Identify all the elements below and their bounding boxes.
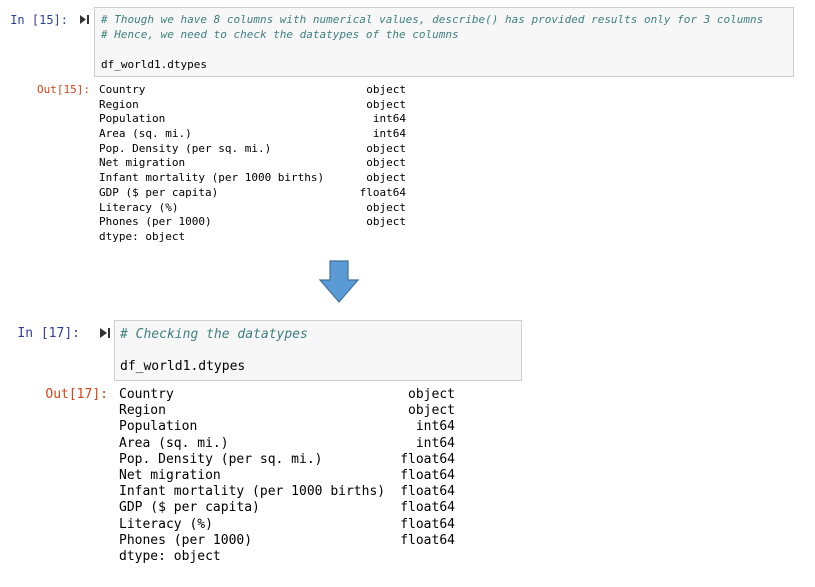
column-dtype: object	[366, 97, 406, 111]
column-dtype: object	[366, 215, 406, 229]
column-name: Net migration	[119, 467, 221, 483]
dtype-row: Infant mortality (per 1000 births) object	[99, 171, 406, 186]
code-comment-line: # Checking the datatypes	[120, 327, 308, 342]
column-name: Infant mortality (per 1000 births)	[99, 171, 325, 185]
dtype-row: Population int64	[119, 419, 455, 435]
column-dtype: float64	[400, 484, 455, 500]
column-name: GDP ($ per capita)	[119, 500, 260, 516]
column-dtype: float64	[400, 451, 455, 467]
dtype-footer: dtype: object	[119, 548, 221, 564]
column-dtype: object	[366, 200, 406, 214]
column-name: Phones (per 1000)	[99, 215, 212, 229]
output-prompt: Out[17]:	[45, 387, 108, 402]
dtype-row: Region object	[99, 98, 406, 113]
column-dtype: int64	[372, 127, 406, 141]
dtype-row: Literacy (%) object	[99, 201, 406, 216]
column-dtype: object	[408, 403, 455, 419]
dtype-row: Phones (per 1000) float64	[119, 533, 455, 549]
column-name: Net migration	[99, 156, 186, 170]
column-dtype: object	[408, 387, 455, 402]
dtype-row: Literacy (%) float64	[119, 517, 455, 533]
dtypes-output: Country object Region object Population int64…	[99, 83, 406, 245]
column-dtype: float64	[400, 532, 455, 548]
column-dtype: object	[366, 141, 406, 155]
column-name: Population	[119, 419, 198, 435]
column-dtype: float64	[359, 185, 406, 199]
code-input-area[interactable]: # Though we have 8 columns with numerica…	[94, 7, 794, 77]
code-comment-line: # Hence, we need to check the datatypes …	[101, 28, 459, 41]
column-dtype: int64	[372, 112, 406, 126]
column-dtype: int64	[415, 419, 455, 435]
dtype-row: Infant mortality (per 1000 births) float6…	[119, 484, 455, 500]
run-cell-icon[interactable]	[99, 327, 111, 339]
down-arrow-icon	[318, 260, 360, 308]
column-dtype: int64	[415, 435, 455, 451]
dtype-row: Area (sq. mi.) int64	[119, 436, 455, 452]
column-name: Country	[119, 387, 174, 402]
column-name: Region	[119, 403, 166, 419]
dtype-row: Pop. Density (per sq. mi.) float64	[119, 452, 455, 468]
dtype-row: GDP ($ per capita) float64	[99, 186, 406, 201]
column-name: Area (sq. mi.)	[119, 435, 229, 451]
dtype-row: Net migration float64	[119, 468, 455, 484]
column-name: Phones (per 1000)	[119, 532, 253, 548]
dtype-row: GDP ($ per capita) float64	[119, 500, 455, 516]
column-dtype: float64	[400, 516, 455, 532]
dtype-row: Country object	[99, 83, 406, 98]
column-dtype: float64	[400, 467, 455, 483]
column-name: Literacy (%)	[119, 516, 213, 532]
code-statement: df_world1.dtypes	[101, 58, 207, 71]
dtype-row: Population int64	[99, 112, 406, 127]
code-comment-line: # Though we have 8 columns with numerica…	[101, 13, 764, 26]
dtype-row: Pop. Density (per sq. mi.) object	[99, 142, 406, 157]
dtype-row: Net migration object	[99, 156, 406, 171]
column-dtype: float64	[400, 500, 455, 516]
code-statement: df_world1.dtypes	[120, 359, 246, 374]
column-dtype: object	[366, 171, 406, 185]
dtype-row: Phones (per 1000) object	[99, 215, 406, 230]
column-name: Population	[99, 112, 166, 126]
dtypes-output: Country object Region object Population int64…	[119, 387, 455, 565]
column-name: Pop. Density (per sq. mi.)	[119, 451, 323, 467]
code-input-area[interactable]: # Checking the datatypes df_world1.dtype…	[114, 320, 522, 381]
column-name: Region	[99, 97, 139, 111]
column-name: Literacy (%)	[99, 200, 179, 214]
dtype-row: Country object	[119, 387, 455, 403]
column-dtype: object	[366, 156, 406, 170]
dtype-footer: dtype: object	[99, 229, 186, 243]
input-prompt: In [17]:	[17, 326, 80, 341]
column-name: Pop. Density (per sq. mi.)	[99, 141, 272, 155]
column-name: Country	[99, 83, 146, 96]
dtype-row: Region object	[119, 403, 455, 419]
column-name: Infant mortality (per 1000 births)	[119, 484, 386, 500]
dtype-row: Area (sq. mi.) int64	[99, 127, 406, 142]
output-prompt: Out[15]:	[37, 83, 90, 96]
column-name: GDP ($ per capita)	[99, 185, 219, 199]
column-name: Area (sq. mi.)	[99, 127, 192, 141]
run-cell-icon[interactable]	[79, 14, 90, 25]
input-prompt: In [15]:	[10, 13, 68, 27]
column-dtype: object	[366, 83, 406, 96]
